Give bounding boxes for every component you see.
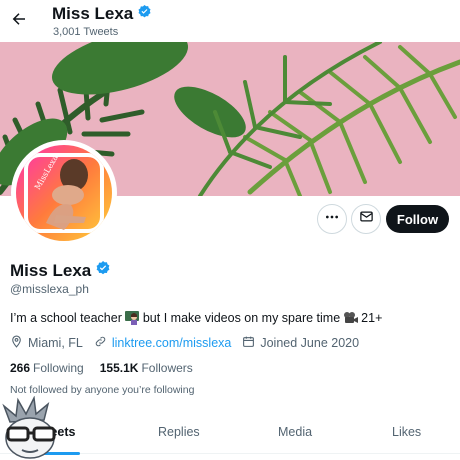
tweet-count: 3,001 Tweets [53,26,119,38]
more-horizontal-icon [324,209,340,230]
website-link[interactable]: linktree.com/misslexa [112,336,231,350]
bio-text-part1: I’m a school teacher [10,310,122,325]
profile-bio: I’m a school teacher but I make videos o… [10,310,382,325]
following-label: Following [33,361,84,375]
movie-camera-emoji-icon [343,310,359,325]
header-name: Miss Lexa [52,4,134,23]
verified-badge-icon [137,4,152,24]
profile-meta: Miami, FL linktree.com/misslexa Joined J… [10,335,370,351]
tab-media[interactable]: Media [278,425,312,439]
teacher-emoji-icon [125,310,140,325]
profile-name-row: Miss Lexa [10,260,111,281]
tab-likes[interactable]: Likes [392,425,421,439]
joined-item: Joined June 2020 [242,335,359,351]
calendar-icon [242,335,255,351]
envelope-icon [359,209,374,229]
profile-handle: @misslexa_ph [10,282,89,296]
followers-count: 155.1K [99,361,139,375]
profile-avatar[interactable]: MissLexa [11,140,117,246]
following-stat[interactable]: 266 Following [10,361,84,375]
profile-header-bar: Miss Lexa 3,001 Tweets [0,0,460,42]
tab-replies[interactable]: Replies [158,425,200,439]
followers-label: Followers [141,361,193,375]
website-item[interactable]: linktree.com/misslexa [94,335,231,351]
location-text: Miami, FL [28,336,83,350]
bio-text-part2: but I make videos on my spare time [142,310,341,325]
verified-badge-icon [95,260,111,281]
avatar-image: MissLexa [16,145,112,241]
profile-tabs: Tweets Replies Media Likes [0,414,460,455]
link-icon [94,335,107,351]
message-button[interactable] [351,204,381,234]
location-pin-icon [10,335,23,351]
follow-stats: 266 Following 155.1K Followers [10,361,193,375]
back-arrow-icon[interactable] [8,8,30,30]
bio-text-part3: 21+ [361,310,383,325]
mascot-watermark-icon [0,395,62,460]
header-name-row: Miss Lexa [52,4,152,24]
follow-button[interactable]: Follow [386,205,449,233]
joined-text: Joined June 2020 [260,336,360,350]
profile-name: Miss Lexa [10,260,92,280]
followers-stat[interactable]: 155.1K Followers [100,361,193,375]
location-item: Miami, FL [10,335,83,351]
not-followed-notice: Not followed by anyone you’re following [10,384,195,396]
more-options-button[interactable] [317,204,347,234]
following-count: 266 [10,361,31,375]
